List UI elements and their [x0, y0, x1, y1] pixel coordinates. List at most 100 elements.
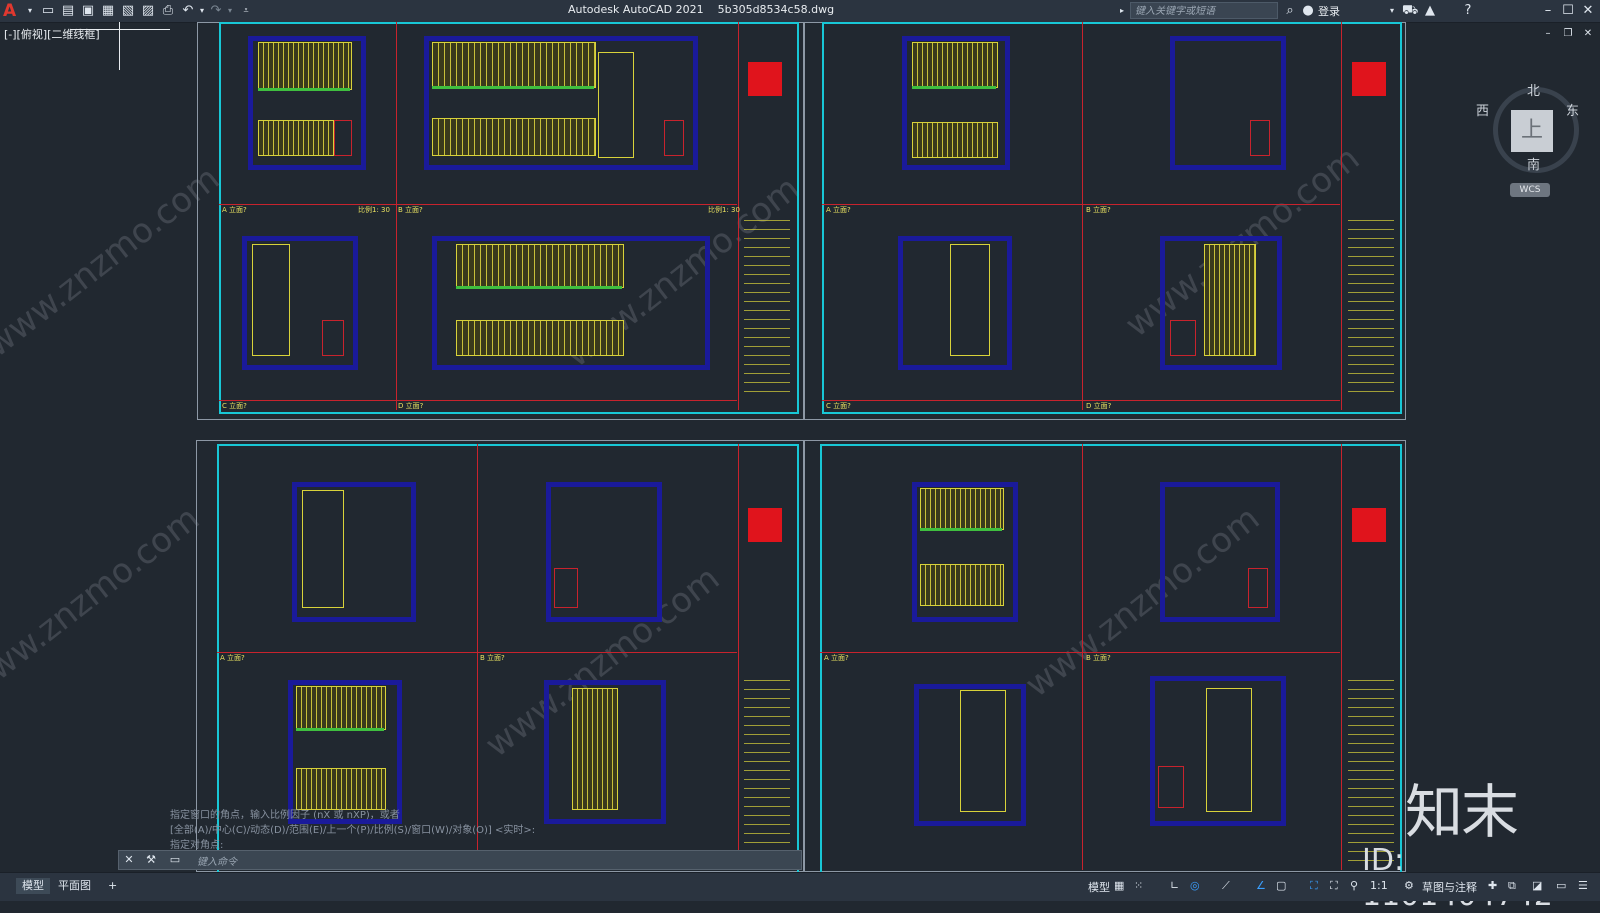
close-icon[interactable]: ✕	[1580, 3, 1596, 19]
annotation-visibility-icon[interactable]: ⛶	[1310, 879, 1318, 893]
search-icon[interactable]: ⌕	[1282, 3, 1298, 19]
expand-arrow-icon[interactable]: ▸	[1114, 3, 1130, 19]
save-as-icon[interactable]: ▦	[100, 3, 116, 19]
grid-icon[interactable]: ▦	[1114, 879, 1124, 892]
user-icon[interactable]: ●	[1300, 3, 1316, 19]
divider	[1341, 22, 1342, 410]
annotation-scale-icon[interactable]: ⚲	[1350, 879, 1358, 892]
new-file-icon[interactable]: ▭	[40, 3, 56, 19]
plot-icon[interactable]: ⎙	[160, 3, 176, 19]
close-command-icon[interactable]: ✕	[121, 852, 137, 868]
title-block	[1348, 212, 1394, 398]
open-web-icon[interactable]: ▧	[120, 3, 136, 19]
designer-stamp	[1352, 62, 1386, 96]
command-history-line: 指定窗口的角点，输入比例因子 (nX 或 nXP)，或者	[170, 810, 400, 821]
add-layout-button[interactable]: +	[102, 878, 123, 894]
elevation-label: B 立面?	[398, 206, 423, 214]
divider	[219, 204, 737, 205]
cube-top-face[interactable]: 上	[1511, 110, 1553, 152]
cabinet-lower	[920, 564, 1004, 606]
search-input[interactable]: 键入关键字或短语	[1130, 2, 1278, 19]
tab-layout[interactable]: 平面图	[52, 878, 97, 894]
sheet-4-frame	[820, 444, 1402, 874]
object-snap-icon[interactable]: ▢	[1276, 879, 1286, 892]
object-snap-tracking-icon[interactable]: ∠	[1256, 879, 1266, 892]
app-title: Autodesk AutoCAD 2021	[568, 3, 704, 16]
clean-screen-icon[interactable]: ▭	[1556, 879, 1566, 892]
workspace-switch[interactable]: 草图与注释	[1422, 879, 1477, 895]
snap-icon[interactable]: ⁙	[1134, 879, 1143, 892]
wcs-menu[interactable]: WCS	[1510, 183, 1550, 197]
customization-menu-icon[interactable]: ☰	[1578, 879, 1588, 892]
polar-tracking-icon[interactable]: ◎	[1190, 879, 1200, 892]
drawer	[1158, 766, 1184, 808]
doc-minimize-icon[interactable]: –	[1540, 26, 1556, 42]
model-space-toggle[interactable]: 模型	[1088, 879, 1110, 895]
login-dropdown-icon[interactable]: ▾	[1384, 3, 1400, 19]
cabinet-upper	[912, 42, 998, 88]
elevation-label: C 立面?	[826, 402, 851, 410]
customize-toolbar-icon[interactable]: ⩡	[238, 3, 254, 19]
open-file-icon[interactable]: ▤	[60, 3, 76, 19]
workspace-gear-icon[interactable]: ⚙	[1404, 879, 1414, 892]
led-strip	[456, 286, 622, 289]
cabinet-upper	[456, 244, 624, 288]
drawing-canvas[interactable]: [-][俯视][二维线框] – ❐ ✕ www.znzmo.com www.zn…	[0, 22, 1600, 913]
compass-west[interactable]: 西	[1476, 100, 1489, 119]
led-strip	[296, 728, 384, 731]
command-input[interactable]: 键入命令	[197, 853, 237, 868]
annotation-scale-value[interactable]: 1:1	[1370, 879, 1388, 892]
viewcube[interactable]: 上 北 南 东 西	[1476, 84, 1590, 184]
divider	[820, 652, 1340, 653]
save-icon[interactable]: ▣	[80, 3, 96, 19]
cabinet-upper	[432, 42, 596, 88]
maximize-icon[interactable]: ☐	[1560, 3, 1576, 19]
door	[252, 244, 290, 356]
isometric-icon[interactable]: ⟋	[1222, 879, 1230, 893]
minimize-icon[interactable]: –	[1540, 3, 1556, 19]
command-history-line: [全部(A)/中心(C)/动态(D)/范围(E)/上一个(P)/比例(S)/窗口…	[170, 825, 536, 836]
units-icon[interactable]: ⧉	[1508, 879, 1516, 893]
doc-restore-icon[interactable]: ❐	[1560, 26, 1576, 42]
save-web-icon[interactable]: ▨	[140, 3, 156, 19]
elevation-label: B 立面?	[480, 654, 505, 662]
title-block	[1348, 672, 1394, 866]
cart-icon[interactable]: ⛟	[1402, 3, 1418, 19]
cabinet-lower	[296, 768, 386, 810]
designer-stamp	[748, 62, 782, 96]
annotation-monitor-icon[interactable]: ✚	[1488, 879, 1497, 892]
compass-north[interactable]: 北	[1527, 80, 1540, 99]
customize-icon[interactable]: ⚒	[143, 852, 159, 868]
redo-dropdown-icon[interactable]: ▾	[222, 3, 238, 19]
cabinet-upper	[920, 488, 1004, 530]
quick-properties-icon[interactable]: ◪	[1532, 879, 1542, 892]
watermark-brand: 知末	[1405, 778, 1519, 846]
elevation-label: A 立面?	[222, 206, 247, 214]
file-name: 5b305d8534c58.dwg	[717, 3, 835, 16]
elevation-label: A 立面?	[824, 654, 849, 662]
command-line[interactable]: ✕ ⚒ ▭ 键入命令	[118, 850, 802, 870]
elevation-label: A 立面?	[826, 206, 851, 214]
led-strip	[912, 86, 996, 89]
autocad-logo-icon[interactable]: A	[3, 1, 16, 21]
title-block	[744, 212, 790, 398]
tab-model[interactable]: 模型	[16, 878, 50, 894]
ortho-icon[interactable]: ∟	[1170, 879, 1179, 892]
auto-scale-icon[interactable]: ⛶	[1330, 879, 1338, 893]
compass-east[interactable]: 东	[1566, 100, 1579, 119]
help-icon[interactable]: ?	[1460, 3, 1476, 19]
cabinet-upper	[296, 686, 386, 730]
a360-icon[interactable]: ▲	[1422, 3, 1438, 19]
drawer	[334, 120, 352, 156]
recent-commands-icon[interactable]: ▭	[167, 852, 183, 868]
title-bar: A ▾ ▭ ▤ ▣ ▦ ▧ ▨ ⎙ ↶ ▾ ↷ ▾ ⩡ Autodesk Aut…	[0, 0, 1600, 23]
compass-south[interactable]: 南	[1527, 154, 1540, 173]
elevation-label: D 立面?	[1086, 402, 1112, 410]
elevation-label: B 立面?	[1086, 654, 1111, 662]
doc-close-icon[interactable]: ✕	[1580, 26, 1596, 42]
app-menu-dropdown-icon[interactable]: ▾	[22, 3, 38, 19]
designer-stamp	[748, 508, 782, 542]
crosshair-horizontal	[70, 29, 170, 30]
login-button[interactable]: 登录	[1318, 3, 1340, 19]
elevation-label: B 立面?	[1086, 206, 1111, 214]
